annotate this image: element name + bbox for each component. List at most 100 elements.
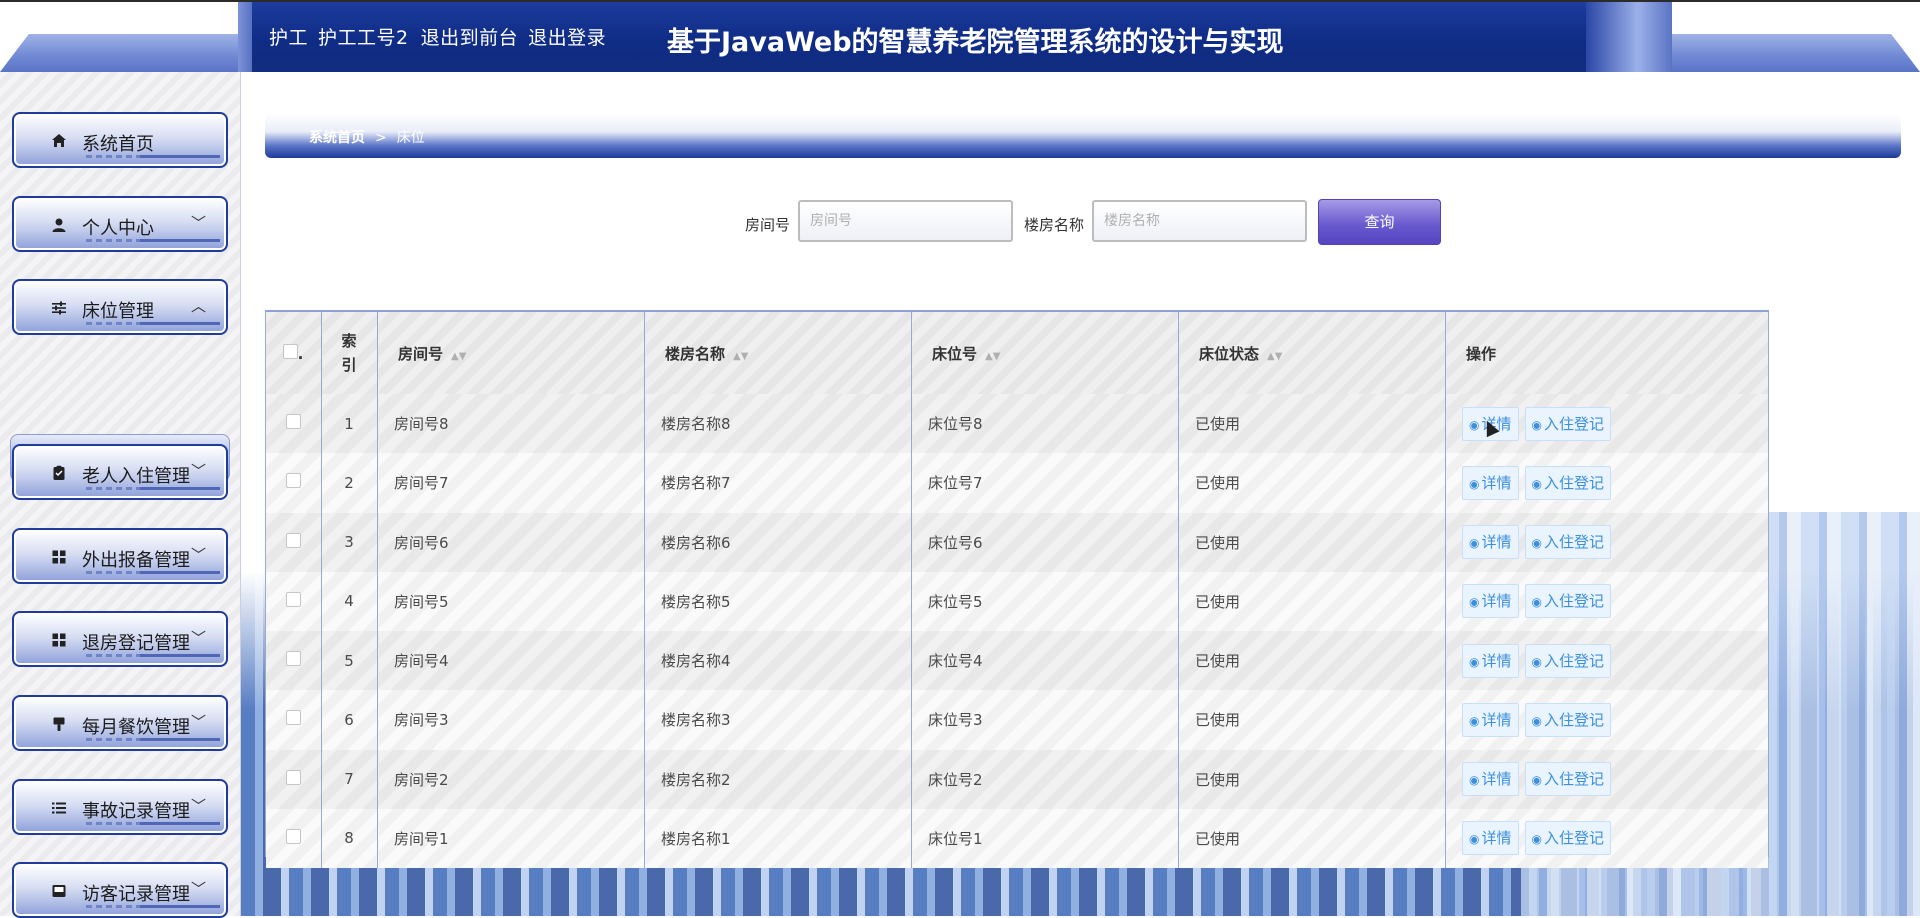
top-header: 护工 护工工号2 退出到前台 退出登录 基于JavaWeb的智慧养老院管理系统的设计与…	[0, 0, 1920, 72]
actions-header: 操作	[1445, 312, 1768, 394]
checkin-button[interactable]: ◉ 入住登记	[1524, 643, 1611, 678]
checkin-button[interactable]: ◉ 入住登记	[1524, 525, 1611, 560]
chevron-down-icon: ﹀	[190, 214, 206, 232]
sidebar-item-label: 系统首页	[82, 134, 154, 155]
sidebar-item-visitor-records[interactable]: 访客记录管理 ﹀	[12, 862, 228, 918]
bed-cell: 床位号5	[911, 571, 1179, 631]
status-cell: 已使用	[1178, 690, 1446, 750]
sidebar-item-elder-checkin[interactable]: 老人入住管理 ﹀	[12, 444, 228, 500]
header-top-line	[0, 0, 1920, 2]
building-header-label: 楼房名称	[665, 344, 726, 363]
status-header[interactable]: 床位状态 ▲▼	[1178, 312, 1446, 394]
bed-cell: 床位号4	[911, 631, 1179, 691]
actions-cell: ◉ 详情 ◉ 入住登记	[1445, 690, 1768, 750]
room-header[interactable]: 房间号 ▲▼	[377, 312, 645, 394]
building-name-input[interactable]	[1092, 200, 1307, 242]
menu-decor	[140, 905, 220, 908]
sidebar-item-outing-report[interactable]: 外出报备管理 ﹀	[12, 528, 228, 584]
building-header[interactable]: 楼房名称 ▲▼	[644, 312, 912, 394]
status-cell: 已使用	[1178, 631, 1446, 691]
table-row: 7 房间号2 楼房名称2 床位号2 已使用 ◉ 详情 ◉ 入住登记	[266, 749, 1768, 809]
sort-icon[interactable]: ▲▼	[1267, 351, 1282, 362]
detail-button[interactable]: ◉ 详情	[1462, 465, 1519, 500]
bed-header[interactable]: 床位号 ▲▼	[911, 312, 1179, 394]
breadcrumb-home[interactable]: 系统首页	[309, 130, 365, 146]
row-checkbox[interactable]	[285, 532, 301, 548]
sort-icon[interactable]: ▲▼	[985, 351, 1000, 362]
checkin-button[interactable]: ◉ 入住登记	[1524, 762, 1611, 797]
checkin-button[interactable]: ◉ 入住登记	[1524, 821, 1611, 856]
index-cell: 3	[321, 512, 378, 572]
menu-decor	[140, 155, 220, 158]
sort-icon[interactable]: ▲▼	[451, 351, 466, 362]
checkin-label: 入住登记	[1543, 414, 1604, 433]
eye-icon: ◉	[1469, 832, 1480, 847]
query-button[interactable]: 查询	[1318, 199, 1441, 245]
sidebar-item-label: 每月餐饮管理	[82, 717, 190, 738]
header-user-area: 护工 护工工号2 退出到前台 退出登录	[269, 23, 616, 50]
row-checkbox[interactable]	[285, 828, 301, 844]
chevron-down-icon: ﹀	[190, 880, 206, 898]
row-checkbox[interactable]	[285, 414, 301, 430]
building-cell: 楼房名称1	[644, 808, 912, 868]
sidebar-item-home[interactable]: 系统首页	[12, 112, 228, 168]
breadcrumb-text: 系统首页 > 床位	[309, 127, 425, 147]
row-checkbox[interactable]	[285, 769, 301, 785]
detail-button[interactable]: ◉ 详情	[1462, 762, 1519, 797]
eye-icon: ◉	[1469, 476, 1480, 491]
table-row: 2 房间号7 楼房名称7 床位号7 已使用 ◉ 详情 ◉ 入住登记	[266, 453, 1768, 513]
chevron-down-icon: ﹀	[190, 713, 206, 731]
detail-button[interactable]: ◉ 详情	[1462, 525, 1519, 560]
sort-icon[interactable]: ▲▼	[733, 351, 748, 362]
index-cell: 1	[321, 394, 378, 454]
eye-icon: ◉	[1531, 654, 1542, 669]
room-number-input[interactable]	[798, 200, 1013, 242]
row-checkbox[interactable]	[285, 651, 301, 667]
row-checkbox[interactable]	[285, 710, 301, 726]
row-select-cell	[266, 690, 322, 750]
status-cell: 已使用	[1178, 394, 1446, 454]
room-number-label: 房间号	[745, 216, 791, 234]
actions-cell: ◉ 详情 ◉ 入住登记	[1445, 571, 1768, 631]
grid-icon	[50, 632, 68, 650]
sidebar-item-checkout[interactable]: 退房登记管理 ﹀	[12, 611, 228, 667]
bed-table: . 索引 房间号 ▲▼ 楼房名称 ▲▼ 床位号 ▲▼ 床位状态 ▲▼ 操作 1 房间号8 楼…	[266, 312, 1768, 868]
eye-icon: ◉	[1531, 476, 1542, 491]
checkin-button[interactable]: ◉ 入住登记	[1524, 702, 1611, 737]
detail-button[interactable]: ◉ 详情	[1462, 584, 1519, 619]
index-cell: 5	[321, 631, 378, 691]
detail-button[interactable]: ◉ 详情	[1462, 821, 1519, 856]
sidebar-item-personal-center[interactable]: 个人中心 ﹀	[12, 196, 228, 252]
row-select-cell	[266, 571, 322, 631]
bed-cell: 床位号1	[911, 808, 1179, 868]
eye-icon: ◉	[1469, 713, 1480, 728]
status-cell: 已使用	[1178, 808, 1446, 868]
checkin-button[interactable]: ◉ 入住登记	[1524, 406, 1611, 441]
select-all-checkbox[interactable]	[282, 343, 298, 359]
detail-button[interactable]: ◉ 详情	[1462, 643, 1519, 678]
building-cell: 楼房名称3	[644, 690, 912, 750]
eye-icon: ◉	[1469, 536, 1480, 551]
row-checkbox[interactable]	[285, 591, 301, 607]
back-front-link[interactable]: 退出到前台	[421, 27, 519, 49]
logout-link[interactable]: 退出登录	[528, 27, 606, 49]
eye-icon: ◉	[1531, 832, 1542, 847]
sliders-icon	[50, 300, 68, 318]
detail-button[interactable]: ◉ 详情	[1462, 702, 1519, 737]
inbox-icon	[50, 883, 68, 901]
checkin-button[interactable]: ◉ 入住登记	[1524, 584, 1611, 619]
checkin-button[interactable]: ◉ 入住登记	[1524, 465, 1611, 500]
building-cell: 楼房名称2	[644, 749, 912, 809]
sidebar-item-bed-management[interactable]: 床位管理 ︿	[12, 279, 228, 335]
sidebar-item-accident-records[interactable]: 事故记录管理 ﹀	[12, 779, 228, 835]
breadcrumb-current: 床位	[396, 130, 425, 146]
index-cell: 6	[321, 690, 378, 750]
eye-icon: ◉	[1531, 713, 1542, 728]
status-header-label: 床位状态	[1199, 344, 1260, 363]
row-select-cell	[266, 631, 322, 691]
row-checkbox[interactable]	[285, 473, 301, 489]
chevron-down-icon: ﹀	[190, 462, 206, 480]
sidebar-item-monthly-meals[interactable]: 每月餐饮管理 ﹀	[12, 695, 228, 751]
detail-label: 详情	[1481, 829, 1512, 848]
search-bar: 房间号 楼房名称 查询	[241, 199, 1920, 246]
